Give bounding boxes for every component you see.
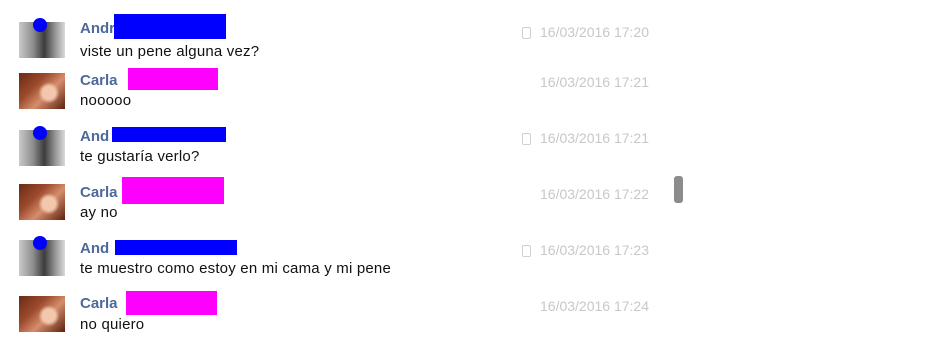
sender-name[interactable]: And — [80, 240, 109, 257]
avatar[interactable] — [19, 184, 65, 220]
chat-message: Carla no quiero 16/03/2016 17:24 — [0, 0, 938, 333]
message-timestamp: 16/03/2016 17:21 — [540, 130, 649, 146]
avatar[interactable] — [19, 73, 65, 109]
avatar[interactable] — [19, 236, 65, 276]
redaction-dot — [33, 126, 47, 140]
message-text: ay no — [80, 204, 118, 221]
sender-name[interactable]: Carla — [80, 295, 118, 312]
redaction-mark — [115, 240, 237, 255]
redaction-dot — [33, 236, 47, 250]
mobile-phone-icon — [522, 245, 531, 257]
redaction-mark — [128, 68, 218, 90]
sender-name[interactable]: Carla — [80, 184, 118, 201]
scrollbar-thumb[interactable] — [674, 176, 683, 203]
sender-name[interactable]: Carla — [80, 72, 118, 89]
message-timestamp: 16/03/2016 17:23 — [540, 242, 649, 258]
sender-name[interactable]: And — [80, 128, 109, 145]
avatar[interactable] — [19, 126, 65, 166]
message-text: te muestro como estoy en mi cama y mi pe… — [80, 260, 392, 277]
redaction-mark — [112, 127, 226, 142]
mobile-phone-icon — [522, 133, 531, 145]
message-text: no quiero — [80, 316, 145, 333]
message-timestamp: 16/03/2016 17:22 — [540, 186, 649, 202]
redaction-mark — [122, 177, 224, 204]
message-text: nooooo — [80, 92, 132, 109]
message-timestamp: 16/03/2016 17:21 — [540, 74, 649, 90]
redaction-mark — [126, 291, 217, 315]
message-timestamp: 16/03/2016 17:24 — [540, 298, 649, 314]
message-text: te gustaría verlo? — [80, 148, 200, 165]
avatar[interactable] — [19, 296, 65, 332]
